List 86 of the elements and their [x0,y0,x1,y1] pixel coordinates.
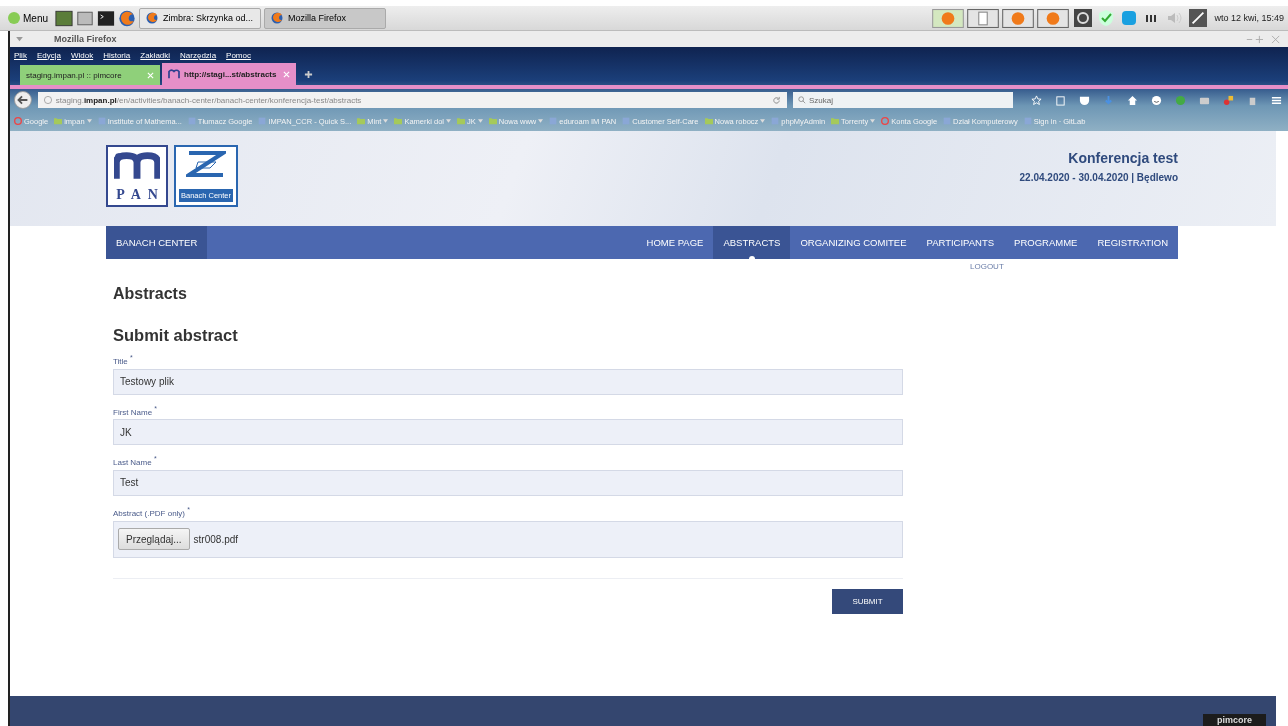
form-title: Submit abstract [113,326,239,345]
menu-item[interactable]: Zakładki [140,50,171,60]
browse-button[interactable]: Przeglądaj... [118,528,190,551]
nav-link[interactable]: ORGANIZING COMITEE [790,226,917,259]
site-brand-link[interactable]: BANACH CENTER [106,226,208,259]
menu-item[interactable]: Widok [70,50,94,60]
menu-item[interactable]: Plik [14,50,27,60]
submit-button[interactable]: SUBMIT [832,588,903,614]
taskbar-task[interactable]: Mozilla Firefox [264,7,386,29]
nav-link[interactable]: HOME PAGE [636,226,714,259]
folder-icon[interactable] [54,117,63,125]
folder-icon[interactable] [704,117,713,125]
nav-link[interactable]: PARTICIPANTS [916,226,1005,259]
menu-icon[interactable] [1271,94,1282,106]
nav-link[interactable]: ABSTRACTS [713,226,791,259]
folder-icon[interactable] [357,117,366,125]
folder-icon[interactable] [831,117,840,125]
field-label: Title $^{*}$ [113,354,134,366]
caret-icon[interactable] [86,119,92,123]
search-icon [798,96,806,104]
disc-icon[interactable] [1074,9,1093,27]
nav-link[interactable]: REGISTRATION [1087,226,1178,259]
menu-item[interactable]: Pomoc [226,50,251,60]
start-menu-button[interactable]: Menu [4,12,52,24]
impan-logo[interactable]: PAN [106,145,168,207]
plus-icon[interactable] [304,70,313,79]
search-field[interactable]: Szukaj [793,92,1013,108]
browser-tab[interactable]: http://stagi...st/abstracts [162,63,296,85]
file-name: str008.pdf [193,533,239,545]
folder-icon[interactable] [394,117,403,125]
site-favicon-icon[interactable] [1023,117,1032,125]
conference-dates: 22.04.2020 - 30.04.2020 | Będlewo [1019,172,1178,183]
text-field[interactable]: Testowy plik [113,368,903,395]
g-logo-icon[interactable] [881,117,890,125]
text-field[interactable]: JK [113,419,903,446]
caret-icon[interactable] [477,119,483,123]
menu-item[interactable]: Historia [103,50,131,60]
text-field[interactable]: Test [113,469,903,496]
site-favicon-icon[interactable] [97,117,106,125]
reload-icon[interactable] [772,95,781,105]
window-title: Mozilla Firefox [54,34,117,44]
caret-icon[interactable] [538,119,544,123]
caret-icon[interactable] [446,119,451,123]
field-label: Abstract (.PDF only) $^{*}$ [113,505,191,518]
shield-check-icon[interactable] [1097,9,1116,27]
pimcore-badge[interactable]: pimcore [1203,714,1266,726]
close-icon[interactable] [283,70,290,78]
site-favicon-icon [168,69,180,79]
download-icon[interactable] [1103,94,1114,106]
document-icon[interactable] [967,8,1000,28]
home-icon[interactable] [1127,94,1138,106]
smiley-icon[interactable] [1151,94,1162,106]
network-icon[interactable] [1189,9,1208,27]
site-favicon-icon[interactable] [187,117,196,125]
browser-tab[interactable]: staging.impan.pl :: pimcore [20,65,160,85]
site-favicon-icon[interactable] [943,117,952,125]
address-field[interactable]: staging.impan.pl/en/activities/banach-center/banach-center/konferencja-test/abstracts [37,92,787,108]
close-icon[interactable] [147,71,154,79]
file-field[interactable]: Przeglądaj... str008.pdf [113,520,903,558]
site-favicon-icon[interactable] [549,117,558,125]
taskbar-task[interactable]: Zimbra: Skrzynka od... [139,7,261,29]
caret-icon[interactable] [16,36,23,42]
window-controls-icon[interactable] [1244,34,1282,44]
folder-icon[interactable] [457,117,465,125]
clipboard-icon[interactable] [1055,94,1066,106]
terminal-icon[interactable] [97,9,115,27]
star-icon[interactable] [1031,94,1042,106]
nav-link[interactable]: PROGRAMME [1004,226,1088,259]
menu-item[interactable]: Edycja [36,50,61,60]
info-icon[interactable] [43,96,52,104]
site-favicon-icon[interactable] [622,117,631,125]
clock[interactable]: wto 12 kwi, 15:49 [1214,13,1284,23]
caret-icon[interactable] [760,119,766,123]
site-favicon-icon[interactable] [771,117,780,125]
menu-item[interactable]: Narzędzia [180,50,217,60]
field-label: First Name $^{*}$ [113,404,159,417]
g-logo-icon[interactable] [14,117,22,125]
site-favicon-icon[interactable] [258,117,267,125]
caret-icon[interactable] [383,119,389,123]
folder-icon[interactable] [488,117,497,125]
page-heading: Abstracts [113,285,188,303]
field-label: Last Name $^{*}$ [113,455,158,467]
pocket-icon[interactable] [1079,94,1090,106]
logout-link[interactable]: LOGOUT [970,262,1004,271]
caret-icon[interactable] [870,119,876,123]
conference-title: Konferencja test [1068,150,1178,166]
